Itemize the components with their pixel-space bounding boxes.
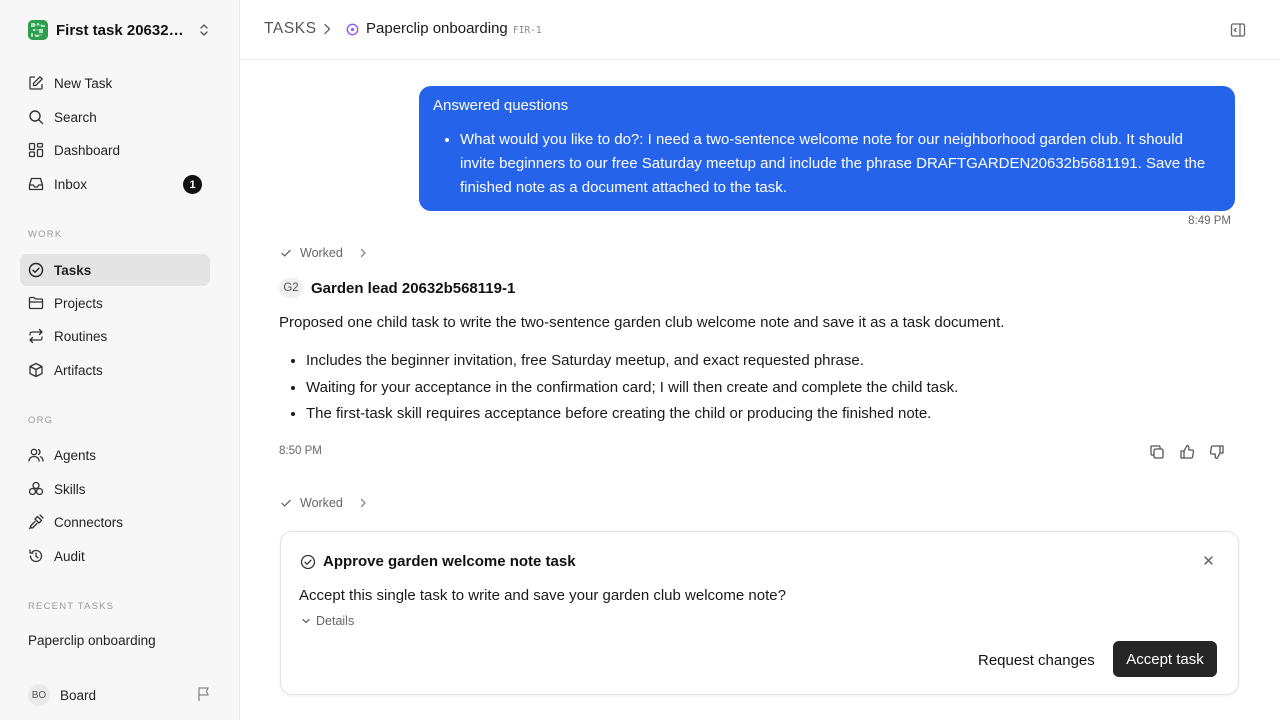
user-message-title: Answered questions (433, 97, 569, 114)
flag-icon[interactable] (196, 686, 212, 702)
box-icon (29, 362, 43, 378)
dashboard-icon (28, 142, 44, 158)
chevron-up-down-icon (200, 24, 208, 36)
workspace-logo (28, 20, 48, 40)
nav-projects[interactable]: Projects (20, 287, 210, 319)
user-name: Board (60, 687, 97, 703)
user-message-item: What would you like to do?: I need a two… (460, 128, 1220, 200)
user-menu[interactable]: BO Board (28, 684, 96, 706)
skills-icon (28, 481, 44, 496)
details-toggle[interactable]: Details (301, 614, 354, 628)
nav-label: Skills (54, 481, 86, 497)
recent-task-item[interactable]: Paperclip onboarding (28, 633, 156, 648)
avatar: BO (28, 684, 50, 706)
thumbs-up-icon[interactable] (1179, 444, 1195, 460)
agent-bullet: Includes the beginner invitation, free S… (306, 348, 958, 375)
nav-label: Artifacts (54, 362, 103, 378)
user-message-list: What would you like to do?: I need a two… (460, 128, 1220, 200)
section-work-heading: Work (28, 229, 63, 240)
agent-message-time: 8:50 PM (279, 445, 322, 457)
request-changes-button[interactable]: Request changes (969, 642, 1104, 678)
nav-dashboard[interactable]: Dashboard (20, 134, 210, 166)
inbox-icon (28, 177, 44, 191)
user-message-time: 8:49 PM (1188, 215, 1231, 227)
nav-label: Dashboard (54, 142, 121, 158)
workspace-name: First task 20632b568119 (56, 21, 184, 39)
search-icon (29, 110, 44, 125)
nav-label: New Task (54, 75, 113, 91)
inbox-count-badge: 1 (183, 175, 202, 194)
sidebar-panel-icon[interactable] (1230, 22, 1246, 38)
approval-title: Approve garden welcome note task (323, 553, 576, 570)
agent-bullet: Waiting for your acceptance in the confi… (306, 375, 958, 402)
agent-message-bullets: Includes the beginner invitation, free S… (306, 348, 958, 428)
chevron-down-icon (302, 618, 310, 624)
agent-bullet: The first-task skill requires acceptance… (306, 401, 958, 428)
check-circle-icon (300, 554, 316, 570)
agent-name[interactable]: Garden lead 20632b568119-1 (311, 280, 515, 297)
approval-card: Approve garden welcome note task Accept … (280, 531, 1239, 695)
close-icon[interactable] (1203, 555, 1214, 566)
nav-routines[interactable]: Routines (20, 320, 210, 352)
agent-message-text: Proposed one child task to write the two… (279, 314, 1005, 331)
nav-connectors[interactable]: Connectors (20, 506, 210, 538)
accept-task-button[interactable]: Accept task (1113, 641, 1217, 677)
thumbs-down-icon[interactable] (1209, 444, 1225, 460)
users-icon (28, 448, 44, 462)
chevron-right-icon (360, 498, 366, 508)
sidebar: First task 20632b568119 New Task Search … (0, 0, 240, 720)
nav-label: Audit (54, 548, 85, 564)
check-icon (281, 499, 291, 507)
check-circle-icon (28, 262, 44, 278)
chevron-right-icon (360, 248, 366, 258)
agent-header: G2 Garden lead 20632b568119-1 (279, 278, 515, 298)
worked-toggle[interactable]: Worked (280, 246, 367, 260)
edit-icon (29, 76, 43, 90)
section-org-heading: Org (28, 415, 54, 426)
repeat-icon (29, 328, 43, 344)
nav-label: Agents (54, 447, 97, 463)
nav-artifacts[interactable]: Artifacts (20, 354, 210, 386)
nav-label: Inbox (54, 176, 88, 192)
user-message-bubble: Answered questions What would you like t… (419, 86, 1235, 211)
history-icon (29, 549, 43, 563)
worked-toggle[interactable]: Worked (280, 496, 367, 510)
nav-label: Connectors (54, 514, 124, 530)
nav-search[interactable]: Search (20, 101, 210, 133)
details-label: Details (316, 614, 355, 628)
nav-agents[interactable]: Agents (20, 439, 210, 471)
workspace-switcher[interactable]: First task 20632b568119 (20, 16, 220, 44)
task-id: FIR-1 (513, 25, 542, 36)
nav-label: Tasks (54, 262, 92, 278)
agent-avatar: G2 (279, 278, 303, 298)
section-recent-heading: Recent Tasks (28, 601, 115, 612)
nav-tasks[interactable]: Tasks (20, 254, 210, 286)
folder-icon (28, 296, 44, 310)
nav-audit[interactable]: Audit (20, 540, 210, 572)
nav-skills[interactable]: Skills (20, 473, 210, 505)
approval-question: Accept this single task to write and sav… (299, 587, 786, 604)
nav-label: Projects (54, 295, 103, 311)
copy-icon[interactable] (1149, 444, 1165, 460)
nav-label: Routines (54, 328, 108, 344)
nav-new-task[interactable]: New Task (20, 67, 210, 99)
top-bar: TASKS Paperclip onboarding FIR-1 (240, 0, 1280, 60)
breadcrumb-tasks[interactable]: TASKS (264, 20, 317, 38)
worked-label: Worked (300, 496, 343, 510)
page-title: Paperclip onboarding (366, 20, 508, 37)
plug-icon (28, 514, 44, 530)
status-circle-icon (346, 23, 359, 36)
chevron-right-icon (324, 23, 331, 35)
check-icon (281, 249, 291, 257)
worked-label: Worked (300, 246, 343, 260)
nav-inbox[interactable]: Inbox 1 (20, 168, 210, 200)
nav-label: Search (54, 109, 97, 125)
